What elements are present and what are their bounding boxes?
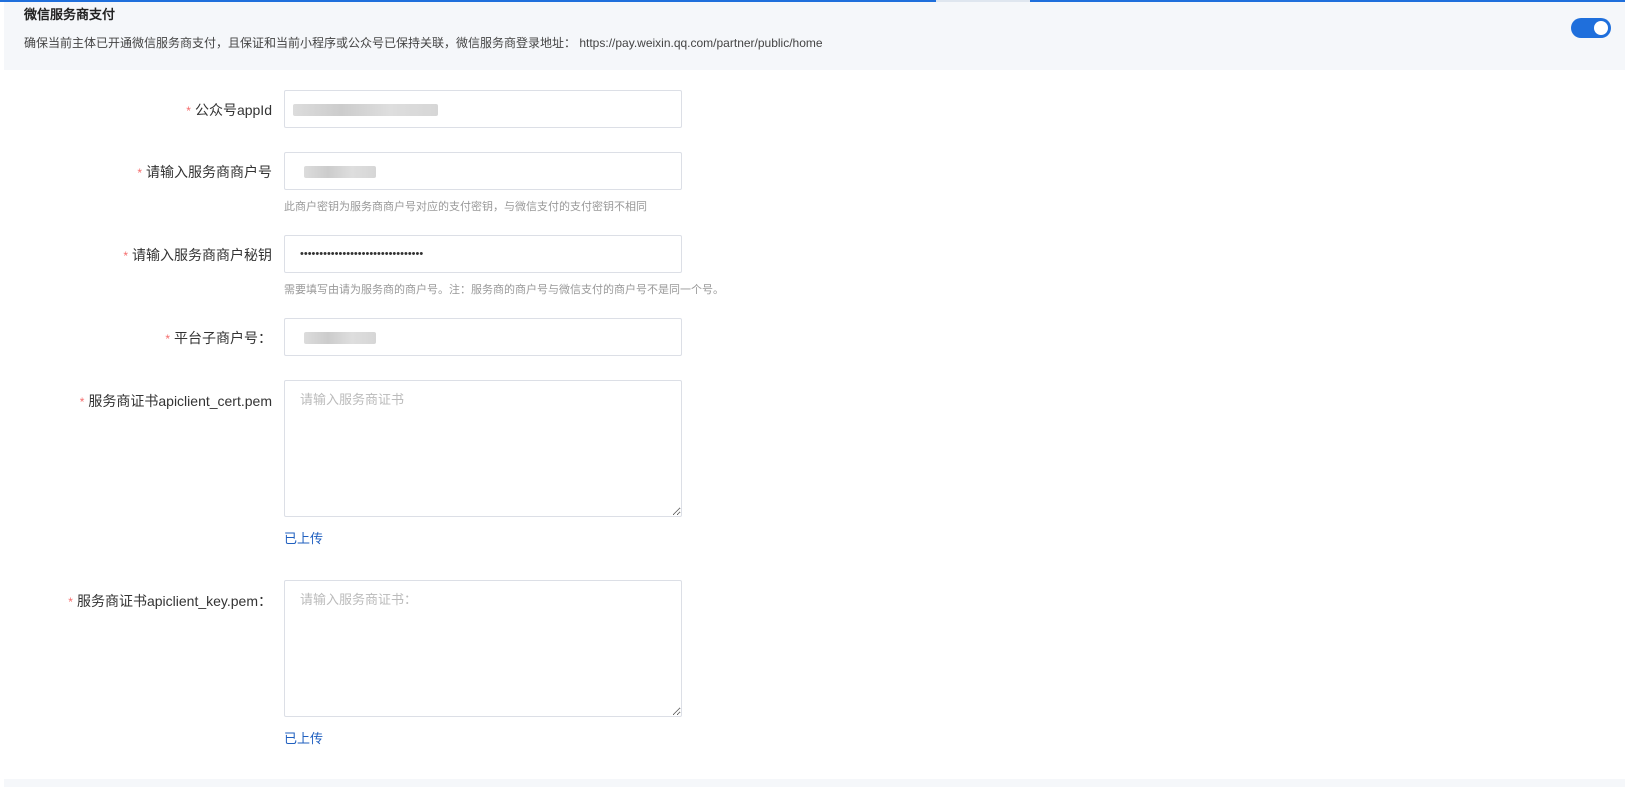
merchant-id-label: * 请输入服务商商户号 (137, 164, 272, 180)
appid-input[interactable] (284, 90, 682, 128)
appid-label: * 公众号appId (186, 102, 272, 118)
merchant-secret-label: * 请输入服务商商户秘钥 (123, 247, 272, 263)
section-description: 确保当前主体已开通微信服务商支付，且保证和当前小程序或公众号已保持关联，微信服务… (24, 36, 823, 50)
toggle-knob (1594, 21, 1608, 35)
required-mark: * (123, 249, 128, 263)
merchant-secret-input[interactable]: •••••••••••••••••••••••••••••••• (284, 235, 682, 273)
sub-merchant-input[interactable] (284, 318, 682, 356)
merchant-id-input[interactable] (284, 152, 682, 190)
required-mark: * (137, 166, 142, 180)
required-mark: * (186, 104, 191, 118)
bottom-divider (4, 779, 1625, 787)
section-title: 微信服务商支付 (24, 7, 116, 22)
cert-uploaded-link[interactable]: 已上传 (284, 528, 323, 547)
enable-toggle[interactable] (1571, 18, 1611, 38)
redacted-value (304, 332, 376, 344)
key-textarea[interactable] (284, 580, 682, 717)
cert-label: * 服务商证书apiclient_cert.pem (79, 393, 272, 409)
required-mark: * (165, 332, 170, 346)
redacted-value (304, 166, 376, 178)
sub-merchant-label: * 平台子商户号： (165, 330, 272, 346)
required-mark: * (68, 595, 73, 609)
merchant-id-hint: 此商户密钥为服务商商户号对应的支付密钥，与微信支付的支付密钥不相同 (284, 201, 647, 213)
section-header: 微信服务商支付 确保当前主体已开通微信服务商支付，且保证和当前小程序或公众号已保… (4, 2, 1625, 70)
merchant-secret-hint: 需要填写由请为服务商的商户号。注：服务商的商户号与微信支付的商户号不是同一个号。 (284, 284, 724, 296)
required-mark: * (79, 395, 85, 409)
redacted-value (293, 104, 438, 116)
cert-textarea[interactable] (284, 380, 682, 517)
key-label: * 服务商证书apiclient_key.pem： (68, 593, 272, 609)
key-uploaded-link[interactable]: 已上传 (284, 728, 323, 747)
